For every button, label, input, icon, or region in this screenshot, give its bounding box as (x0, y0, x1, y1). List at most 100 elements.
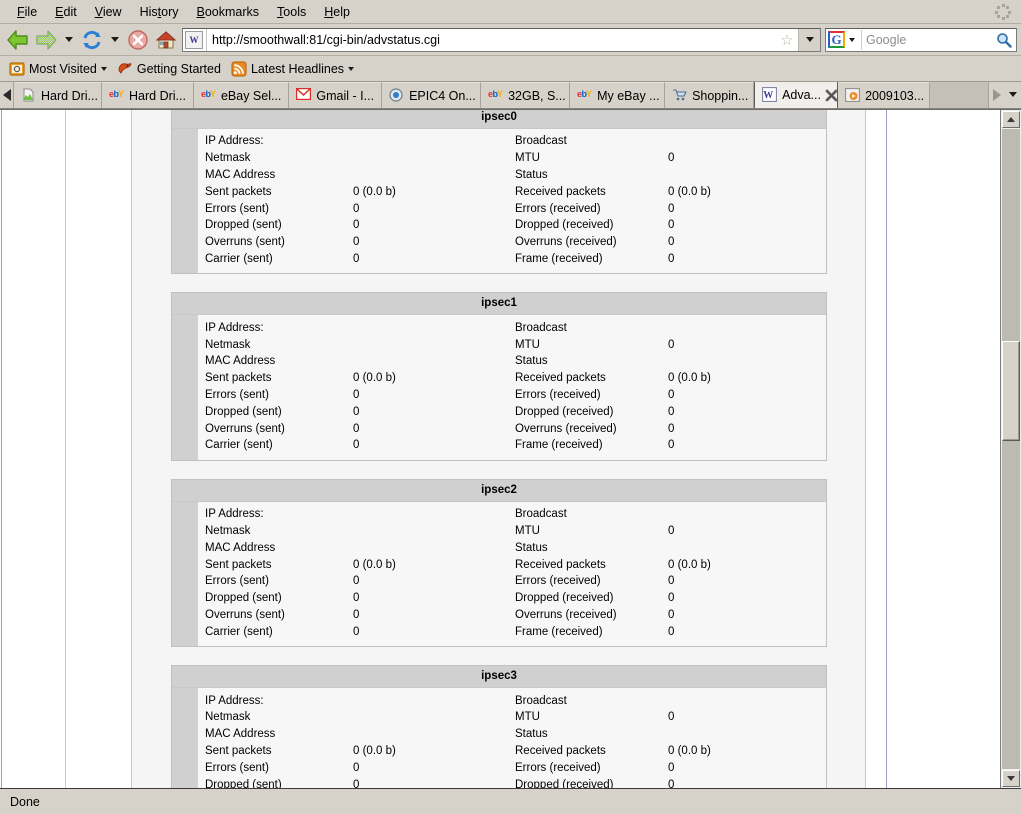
address-bar[interactable]: W http://smoothwall:81/cgi-bin/advstatus… (182, 28, 821, 52)
row-value-right: 0 (0.0 b) (668, 186, 826, 198)
row-value-right: 0 (0.0 b) (668, 372, 826, 384)
tab-shopping[interactable]: Shoppin... (665, 82, 754, 108)
search-input[interactable]: Google (864, 33, 992, 47)
bookmark-label: Most Visited (29, 62, 97, 76)
row-value-right: 0 (668, 762, 826, 774)
row-value-right: 0 (0.0 b) (668, 559, 826, 571)
tab-label: 2009103... (865, 89, 924, 103)
row-label-left: MAC Address (198, 169, 353, 181)
stop-button[interactable] (124, 26, 152, 54)
row-label-left: Sent packets (198, 372, 353, 384)
back-forward-dropdown[interactable] (60, 26, 78, 54)
home-button[interactable] (152, 26, 180, 54)
menu-file[interactable]: File (8, 3, 46, 21)
tab-bar: Hard Dri... e b Y Hard Dri... e b Y eBay… (0, 82, 1021, 109)
scrollbar-track[interactable] (1002, 129, 1020, 769)
interface-table-ipsec2: ipsec2 IP Address: Broadcast (171, 479, 827, 647)
table-row: IP Address: Broadcast (198, 506, 826, 523)
tab-scroll-left-button[interactable] (0, 82, 14, 108)
reload-dropdown[interactable] (106, 26, 124, 54)
menu-view[interactable]: View (86, 3, 131, 21)
bookmark-star-icon[interactable]: ☆ (776, 29, 798, 51)
tab-label: Shoppin... (692, 89, 748, 103)
menu-edit[interactable]: Edit (46, 3, 86, 21)
tab-list-dropdown[interactable] (1005, 82, 1021, 108)
chevron-down-icon[interactable] (348, 67, 354, 71)
page-icon (21, 88, 37, 104)
row-value-right: 0 (0.0 b) (668, 745, 826, 757)
tab-advanced-status[interactable]: W Adva... (754, 82, 838, 108)
svg-text:Y: Y (118, 89, 124, 99)
close-icon[interactable] (825, 89, 838, 102)
menu-help[interactable]: Help (315, 3, 359, 21)
row-label-right: Errors (received) (515, 575, 668, 587)
bookmark-most-visited[interactable]: Most Visited (6, 59, 114, 79)
row-value-right: 0 (668, 779, 826, 789)
scroll-up-button[interactable] (1002, 111, 1020, 128)
tab-scroll-right-button[interactable] (989, 82, 1005, 108)
forward-button[interactable] (32, 26, 60, 54)
row-label-right: Status (515, 169, 668, 181)
browser-window: File Edit View History Bookmarks Tools H… (0, 0, 1021, 814)
row-label-left: Errors (sent) (198, 389, 353, 401)
address-bar-text[interactable]: http://smoothwall:81/cgi-bin/advstatus.c… (207, 33, 776, 47)
row-label-right: Errors (received) (515, 762, 668, 774)
search-icon[interactable] (992, 32, 1016, 48)
row-value-right: 0 (668, 626, 826, 638)
tab-2009103[interactable]: 2009103... (838, 82, 930, 108)
row-value-right: 0 (668, 711, 826, 723)
row-value-right: 0 (668, 609, 826, 621)
reload-button[interactable] (78, 26, 106, 54)
tab-my-ebay[interactable]: e b Y My eBay ... (570, 82, 665, 108)
ebay-icon: e b Y (201, 88, 217, 104)
chevron-down-icon[interactable] (101, 67, 107, 71)
search-engine-dropdown[interactable] (845, 38, 859, 42)
svg-text:W: W (763, 90, 773, 101)
rss-feed-icon (231, 61, 247, 77)
row-value-right: 0 (668, 406, 826, 418)
table-row: Overruns (sent) 0 Overruns (received) 0 (198, 420, 826, 437)
tab-ebay-sell[interactable]: e b Y eBay Sel... (194, 82, 289, 108)
table-row: IP Address: Broadcast (198, 692, 826, 709)
vertical-scrollbar[interactable] (1000, 110, 1021, 788)
row-label-left: Netmask (198, 711, 353, 723)
table-row: Carrier (sent) 0 Frame (received) 0 (198, 623, 826, 640)
row-label-left: Sent packets (198, 559, 353, 571)
menu-bookmarks[interactable]: Bookmarks (188, 3, 269, 21)
interface-name: ipsec1 (172, 293, 826, 315)
bookmark-getting-started[interactable]: Getting Started (114, 59, 228, 79)
menu-history[interactable]: History (131, 3, 188, 21)
table-row: Netmask MTU 0 (198, 336, 826, 353)
menu-bar: File Edit View History Bookmarks Tools H… (0, 0, 1021, 24)
tab-epic4[interactable]: EPIC4 On... (382, 82, 481, 108)
row-value-left: 0 (353, 203, 515, 215)
back-button[interactable] (4, 26, 32, 54)
table-gutter (172, 315, 198, 459)
triangle-left-icon (3, 89, 11, 101)
row-label-right: MTU (515, 339, 668, 351)
row-value-right: 0 (668, 253, 826, 265)
google-search-engine-icon: G (828, 31, 845, 48)
tab-hard-drive-1[interactable]: Hard Dri... (14, 82, 102, 108)
interface-table-ipsec3: ipsec3 IP Address: Broadcast (171, 665, 827, 788)
table-row: MAC Address Status (198, 726, 826, 743)
row-label-right: MTU (515, 525, 668, 537)
tab-gmail[interactable]: Gmail - I... (289, 82, 382, 108)
search-box[interactable]: G Google (825, 28, 1017, 52)
row-label-right: Status (515, 728, 668, 740)
table-row: Netmask MTU 0 (198, 709, 826, 726)
scroll-down-button[interactable] (1002, 770, 1020, 787)
tab-hard-drive-2[interactable]: e b Y Hard Dri... (102, 82, 194, 108)
row-label-right: Overruns (received) (515, 236, 668, 248)
menu-tools[interactable]: Tools (268, 3, 315, 21)
row-label-left: IP Address: (198, 695, 353, 707)
bookmark-latest-headlines[interactable]: Latest Headlines (228, 59, 361, 79)
address-bar-dropdown[interactable] (798, 29, 820, 51)
row-label-left: Overruns (sent) (198, 423, 353, 435)
scrollbar-thumb[interactable] (1002, 341, 1020, 441)
row-label-left: Netmask (198, 525, 353, 537)
row-label-left: Overruns (sent) (198, 236, 353, 248)
tab-32gb[interactable]: e b Y 32GB, S... (481, 82, 570, 108)
row-label-right: Received packets (515, 745, 668, 757)
row-value-right: 0 (668, 219, 826, 231)
